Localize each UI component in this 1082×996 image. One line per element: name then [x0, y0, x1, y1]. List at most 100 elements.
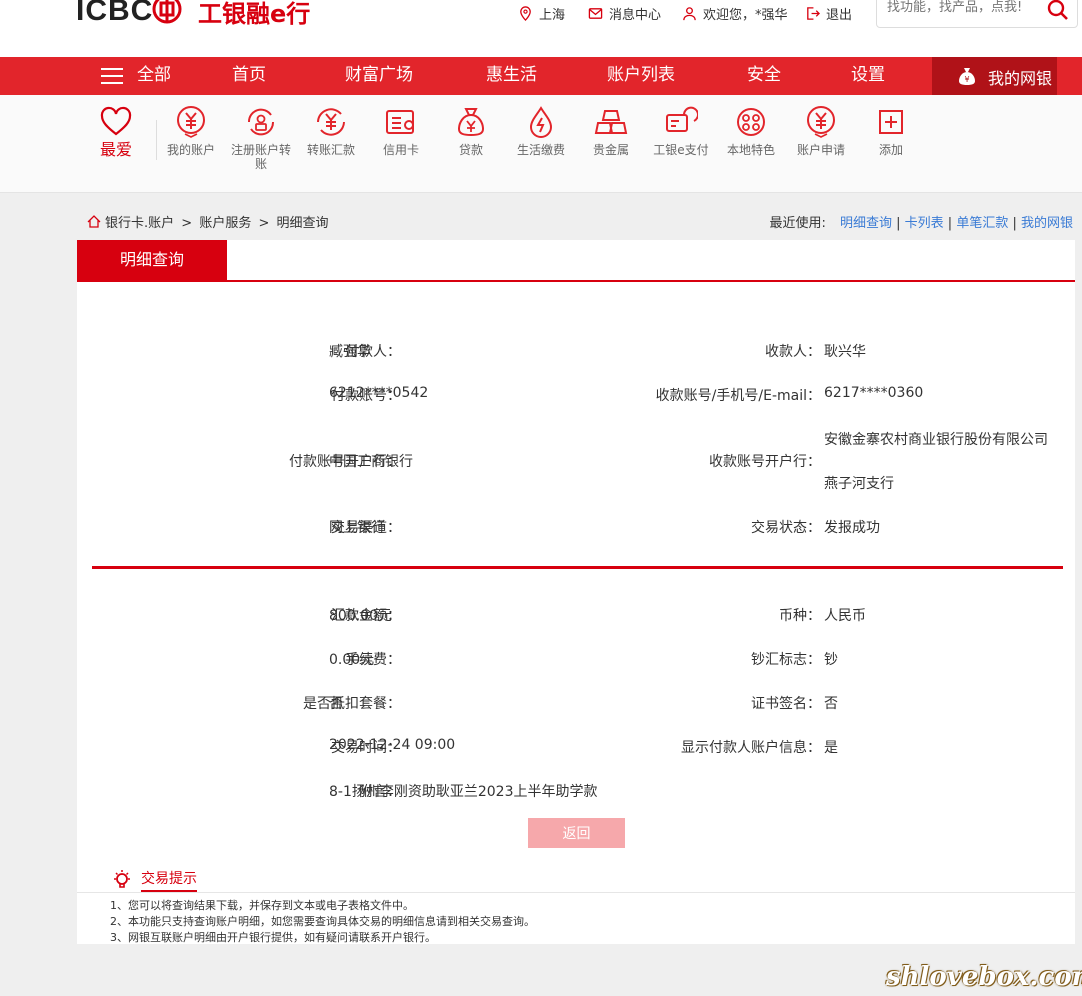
breadcrumb-item[interactable]: 银行卡.账户 — [105, 216, 174, 231]
lightbulb-icon — [114, 870, 130, 888]
logout-link[interactable]: 退出 — [805, 4, 852, 23]
payee-label: 收款人： — [765, 344, 821, 360]
quick-label: 我的账户 — [166, 143, 215, 157]
quick-access-bar: 最爱 我的账户 注册账户转账 转账汇款 信用卡 贷款 生活缴费 贵金属 工银e支… — [0, 95, 1082, 193]
fee-value: 0.00元 — [329, 652, 375, 668]
message-center-link[interactable]: 消息中心 — [588, 4, 661, 23]
back-button[interactable]: 返回 — [528, 818, 625, 848]
nav-security[interactable]: 安全 — [747, 57, 781, 95]
icbc-logo-icon — [152, 0, 182, 24]
search-input[interactable] — [885, 0, 1039, 16]
user-icon — [683, 7, 696, 21]
payee-account-label: 收款账号/手机号/E-mail： — [655, 388, 821, 404]
currency-value: 人民币 — [824, 608, 866, 624]
search-icon[interactable] — [1047, 0, 1069, 21]
tab-detail-query[interactable]: 明细查询 — [77, 240, 227, 280]
quick-register-transfer[interactable]: 注册账户转账 — [226, 105, 296, 171]
quick-transfer[interactable]: 转账汇款 — [296, 105, 366, 157]
tab-bar: 明细查询 — [77, 240, 1075, 282]
payer-value: 臧强华 — [329, 344, 371, 360]
nav-home[interactable]: 首页 — [232, 57, 266, 95]
quick-life-payment[interactable]: 生活缴费 — [506, 105, 576, 157]
breadcrumb: 银行卡.账户 > 账户服务 > 明细查询 — [87, 212, 329, 231]
transfer-icon — [317, 108, 345, 136]
note-value: 8-1扬州李刚资助耿亚兰2023上半年助学款 — [329, 784, 598, 800]
quick-local[interactable]: 本地特色 — [716, 105, 786, 157]
quick-label: 账户申请 — [796, 143, 845, 157]
recent-link-mybank[interactable]: 我的网银 — [1021, 216, 1073, 231]
recent-label: 最近使用: — [769, 216, 826, 231]
quick-label: 贵金属 — [592, 143, 629, 157]
quick-loan[interactable]: 贷款 — [436, 105, 506, 157]
quick-precious-metal[interactable]: 贵金属 — [576, 105, 646, 157]
quick-account-apply[interactable]: 账户申请 — [786, 105, 856, 157]
status-value: 发报成功 — [824, 520, 880, 536]
cash-flag-value: 钞 — [824, 652, 838, 668]
recent-link-detail[interactable]: 明细查询 — [840, 216, 892, 231]
credit-card-icon — [386, 110, 414, 134]
quick-label: 生活缴费 — [516, 143, 565, 157]
message-center-label: 消息中心 — [609, 8, 662, 23]
quick-credit-card[interactable]: 信用卡 — [366, 105, 436, 157]
plus-icon — [879, 110, 903, 134]
e-pay-icon — [666, 106, 698, 132]
favorites[interactable]: 最爱 — [81, 105, 151, 158]
detail-panel: 明细查询 付款人： 臧强华 收款人： 耿兴华 付款账号： 6212****054… — [77, 240, 1075, 856]
user-welcome[interactable]: 欢迎您，*强华 — [682, 4, 788, 23]
nav-life[interactable]: 惠生活 — [486, 57, 537, 95]
svg-text:¥: ¥ — [964, 75, 969, 84]
nav-account-list[interactable]: 账户列表 — [607, 57, 675, 95]
location-pin-icon — [520, 6, 531, 21]
nav-all[interactable]: 全部 — [137, 57, 171, 95]
time-value: 2022-12-24 09:00 — [329, 737, 456, 753]
payee-bank-line2: 燕子河支行 — [824, 476, 894, 492]
payee-bank-line1: 安徽金寨农村商业银行股份有限公司 — [824, 432, 1048, 448]
tips-title: 交易提示 — [141, 868, 197, 892]
location-label: 上海 — [539, 8, 566, 23]
quick-e-pay[interactable]: 工银e支付 — [646, 105, 716, 157]
heart-icon — [100, 106, 132, 136]
package-label: 是否抵扣套餐： — [303, 696, 401, 712]
location-link[interactable]: 上海 — [518, 4, 565, 23]
cert-value: 否 — [824, 696, 838, 712]
logout-label: 退出 — [826, 8, 853, 23]
payee-bank-label: 收款账号开户行： — [709, 454, 821, 470]
logo-text: 工银融e行 — [198, 0, 311, 28]
register-transfer-icon — [247, 108, 275, 136]
amount-value: 800.00元 — [329, 608, 392, 624]
quick-label: 注册账户转账 — [230, 143, 291, 171]
yuan-circle-icon — [177, 106, 205, 138]
quick-my-account[interactable]: 我的账户 — [156, 105, 226, 157]
show-payer-label: 显示付款人账户信息： — [681, 740, 821, 756]
drop-icon — [529, 106, 553, 138]
quick-label: 添加 — [878, 143, 903, 157]
my-ebank-label: 我的网银 — [988, 69, 1053, 88]
breadcrumb-current: 明细查询 — [276, 216, 329, 231]
tips-header: 交易提示 — [111, 868, 197, 892]
nav-settings[interactable]: 设置 — [851, 57, 885, 95]
payer-bank-value: 中国工商银行 — [329, 454, 413, 470]
home-icon[interactable] — [87, 215, 101, 228]
quick-label: 贷款 — [458, 143, 483, 157]
quick-add[interactable]: 添加 — [856, 105, 926, 157]
menu-icon[interactable] — [101, 68, 123, 84]
recent-link-cards[interactable]: 卡列表 — [905, 216, 944, 231]
payee-value: 耿兴华 — [824, 344, 866, 360]
quick-label: 工银e支付 — [653, 143, 709, 157]
nav-wealth[interactable]: 财富广场 — [345, 57, 413, 95]
search-box — [876, 0, 1078, 28]
package-value: 否 — [329, 696, 343, 712]
recent-link-remit[interactable]: 单笔汇款 — [956, 216, 1008, 231]
logo-icbc: ICBC — [76, 0, 154, 27]
breadcrumb-sep: > — [258, 216, 270, 231]
show-payer-value: 是 — [824, 740, 838, 756]
my-ebank-button[interactable]: ¥ 我的网银 — [932, 57, 1057, 95]
quick-label: 转账汇款 — [306, 143, 355, 157]
breadcrumb-item[interactable]: 账户服务 — [199, 216, 251, 231]
recent-used: 最近使用: 明细查询 | 卡列表 | 单笔汇款 | 我的网银 — [769, 216, 1073, 231]
logout-icon — [807, 7, 820, 20]
watermark: shlovebox.com — [886, 962, 1082, 992]
money-bag-icon: ¥ — [959, 68, 975, 85]
welcome-label: 欢迎您，*强华 — [703, 8, 788, 23]
gold-bars-icon — [594, 110, 628, 134]
